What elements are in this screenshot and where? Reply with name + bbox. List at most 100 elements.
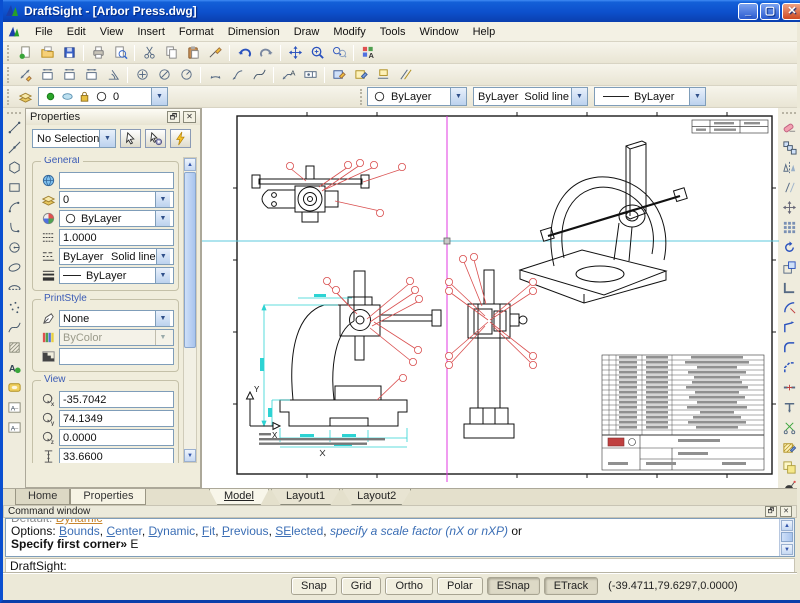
toolbar-grip[interactable]	[7, 89, 12, 105]
command-input[interactable]: DraftSight:	[5, 558, 795, 573]
chevron-down-icon[interactable]: ▼	[99, 130, 115, 147]
layer-combo[interactable]: 0 ▼	[38, 87, 168, 106]
chamfer-button[interactable]	[779, 357, 799, 377]
selection-combo[interactable]: No Selection ▼	[32, 129, 116, 148]
menu-edit[interactable]: Edit	[60, 24, 93, 40]
print-preview-button[interactable]	[109, 43, 131, 63]
float-command-icon[interactable]: 🗗	[765, 506, 777, 517]
property-painter-button[interactable]	[204, 43, 226, 63]
rotate-button[interactable]	[779, 237, 799, 257]
menu-help[interactable]: Help	[466, 24, 503, 40]
chevron-down-icon[interactable]: ▼	[155, 268, 170, 283]
split-button[interactable]	[779, 417, 799, 437]
float-palette-icon[interactable]: 🗗	[167, 111, 180, 123]
chevron-down-icon[interactable]: ▼	[155, 211, 170, 226]
insert-picture-button[interactable]	[4, 377, 24, 397]
aligned-dimension-button[interactable]	[58, 65, 80, 85]
radius-dimension-button[interactable]	[175, 65, 197, 85]
select-entities-button[interactable]	[120, 129, 141, 148]
quick-select-button[interactable]	[170, 129, 191, 148]
palette-tab-properties[interactable]: Properties	[70, 489, 146, 505]
layout-tab-layout2[interactable]: Layout2	[342, 489, 411, 505]
cmd-option-fit[interactable]: Fit	[202, 524, 215, 538]
scale-button[interactable]	[779, 257, 799, 277]
point-button[interactable]	[4, 297, 24, 317]
construction-line-button[interactable]	[4, 137, 24, 157]
chevron-down-icon[interactable]: ▼	[155, 192, 170, 207]
ellipse-arc-button[interactable]	[4, 277, 24, 297]
extend-button[interactable]	[779, 317, 799, 337]
cmd-option-selected[interactable]: SElected	[275, 524, 323, 538]
palette-tab-home[interactable]: Home	[15, 489, 70, 505]
save-button[interactable]	[58, 43, 80, 63]
pattern-button[interactable]	[779, 217, 799, 237]
status-snap-button[interactable]: Snap	[291, 577, 337, 595]
edit-dimension-button[interactable]	[328, 65, 350, 85]
menu-insert[interactable]: Insert	[130, 24, 172, 40]
menu-format[interactable]: Format	[172, 24, 221, 40]
view-height-field[interactable]: 33.6600	[59, 448, 174, 463]
jogged-dimension-button[interactable]	[248, 65, 270, 85]
cmd-option-dynamic[interactable]: Dynamic	[148, 524, 195, 538]
weld-button[interactable]	[779, 377, 799, 397]
toolbar-grip[interactable]	[7, 67, 12, 83]
simple-note-button[interactable]: A	[4, 417, 24, 437]
close-palette-icon[interactable]: ✕	[183, 111, 196, 123]
cmd-option-center[interactable]: Center	[106, 524, 141, 538]
tolerance-button[interactable]	[299, 65, 321, 85]
mirror-button[interactable]	[779, 157, 799, 177]
printstyle-field[interactable]: None▼	[59, 310, 174, 327]
command-history[interactable]: Default: Dynamic Options: Bounds, Center…	[5, 518, 795, 557]
status-grid-button[interactable]: Grid	[341, 577, 382, 595]
menu-window[interactable]: Window	[412, 24, 465, 40]
menu-tools[interactable]: Tools	[373, 24, 413, 40]
maximize-button[interactable]: ▢	[760, 3, 780, 20]
command-window-header[interactable]: Command window 🗗 ✕	[3, 505, 797, 518]
leader-note-button[interactable]: A	[277, 65, 299, 85]
ellipse-button[interactable]	[4, 257, 24, 277]
copy-button[interactable]	[160, 43, 182, 63]
oblique-dimension-button[interactable]	[394, 65, 416, 85]
menu-draw[interactable]: Draw	[287, 24, 327, 40]
chevron-down-icon[interactable]: ▼	[450, 88, 466, 105]
chevron-down-icon[interactable]: ▼	[689, 88, 705, 105]
paste-button[interactable]	[182, 43, 204, 63]
status-esnap-button[interactable]: ESnap	[487, 577, 540, 595]
zoom-previous-button[interactable]	[328, 43, 350, 63]
color-field[interactable]: ByLayer▼	[59, 210, 174, 227]
curve-button[interactable]	[4, 217, 24, 237]
redo-button[interactable]	[255, 43, 277, 63]
toolbar-grip[interactable]	[360, 89, 365, 105]
layer-field[interactable]: 0▼	[59, 191, 174, 208]
angular-dimension-button[interactable]	[102, 65, 124, 85]
layers-manager-button[interactable]	[14, 87, 36, 107]
menu-view[interactable]: View	[93, 24, 131, 40]
scroll-up-icon[interactable]: ▲	[781, 520, 793, 531]
status-etrack-button[interactable]: ETrack	[544, 577, 598, 595]
properties-header[interactable]: Properties 🗗 ✕	[26, 109, 200, 125]
layout-tab-layout1[interactable]: Layout1	[271, 489, 340, 505]
fillet-button[interactable]	[779, 337, 799, 357]
menu-modify[interactable]: Modify	[326, 24, 372, 40]
properties-scrollbar[interactable]: ▲ ▼	[183, 157, 197, 463]
color-combo[interactable]: ByLayer ▼	[367, 87, 467, 106]
cmd-option-previous[interactable]: Previous	[222, 524, 269, 538]
copy-entity-button[interactable]	[779, 137, 799, 157]
chevron-down-icon[interactable]: ▼	[151, 88, 167, 105]
toolbar-grip[interactable]	[7, 45, 12, 61]
scroll-up-icon[interactable]: ▲	[184, 158, 196, 171]
smart-dimension-button[interactable]	[14, 65, 36, 85]
linear-dimension-button[interactable]	[36, 65, 58, 85]
drawing-canvas[interactable]: Y X	[201, 108, 778, 488]
align-dimension-text-button[interactable]	[372, 65, 394, 85]
hatch-button[interactable]	[4, 337, 24, 357]
status-ortho-button[interactable]: Ortho	[385, 577, 433, 595]
linescale-field[interactable]: 1.0000	[59, 229, 174, 246]
delete-button[interactable]	[779, 117, 799, 137]
title-bar[interactable]: DraftSight - [Arbor Press.dwg] _ ▢ ✕	[0, 0, 800, 22]
offset-button[interactable]	[779, 177, 799, 197]
diameter-dimension-button[interactable]	[153, 65, 175, 85]
text-style-button[interactable]: A	[357, 43, 379, 63]
chevron-down-icon[interactable]: ▼	[156, 249, 170, 264]
selection-filter-button[interactable]	[145, 129, 166, 148]
